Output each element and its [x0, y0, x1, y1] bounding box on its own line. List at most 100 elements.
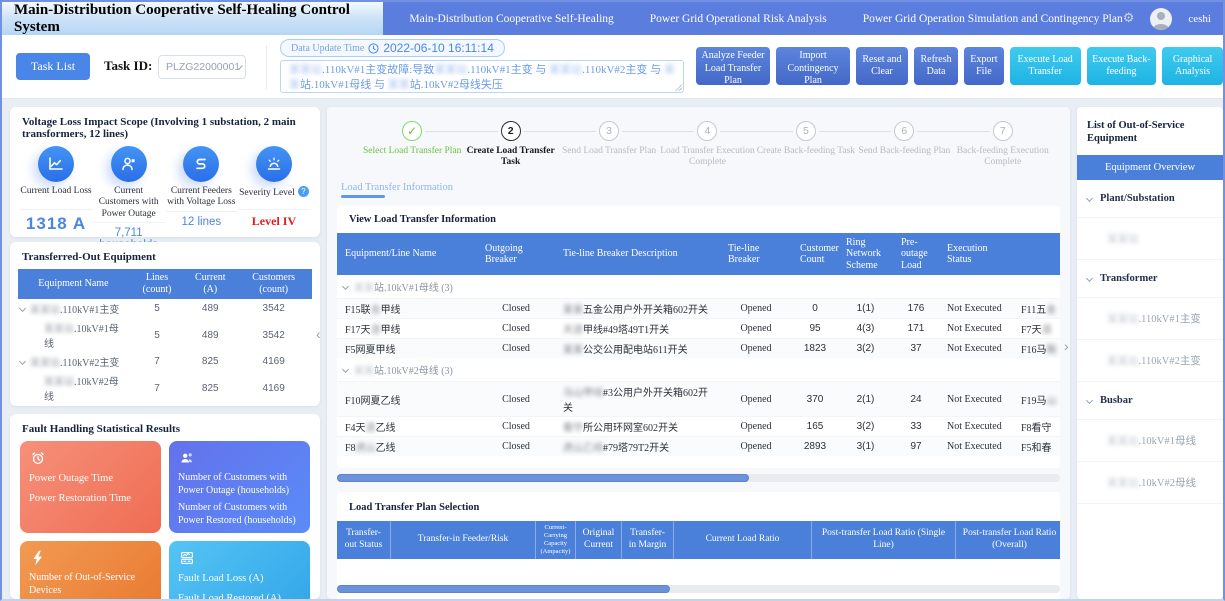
- tree-leaf[interactable]: 某某站: [1077, 218, 1223, 260]
- column-header: Execution Status: [939, 233, 1013, 276]
- process-stepper: ✓Select Load Transfer Plan2Create Load T…: [327, 107, 1070, 169]
- collapse-right-arrow[interactable]: ›: [1064, 338, 1069, 354]
- cell-outgoing-breaker: Closed: [477, 417, 555, 437]
- table-row[interactable]: F15联合甲线Closed某某五金公用户外开关箱602开关Opened01(1)…: [337, 299, 1060, 319]
- toolbar-button-graphical-analysis[interactable]: Graphical Analysis: [1162, 47, 1223, 85]
- toolbar-button-export-file[interactable]: Export File: [964, 47, 1003, 85]
- scrollbar-thumb[interactable]: [337, 585, 670, 593]
- fault-description-textarea[interactable]: 某某站.110kV#1主变故障:导致某某站.110kV#1主变 与 某某站.11…: [280, 60, 684, 93]
- cell-execution-status: Not Executed: [939, 382, 1013, 417]
- table-row[interactable]: 某某站.10kV#2母线78254169: [18, 371, 312, 405]
- view-load-transfer-title: View Load Transfer Information: [337, 214, 1060, 233]
- cell-customers-count: 4169: [235, 371, 312, 405]
- scrollbar-thumb[interactable]: [337, 474, 749, 482]
- toolbar-button-analyze-feeder-load-transfer-plan[interactable]: Analyze Feeder Load Transfer Plan: [696, 47, 770, 85]
- step-number: 7: [993, 121, 1013, 141]
- plan-column-header-post-transfer-load-ratio-single-line: Post-transfer Load Ratio (Single Line): [812, 521, 956, 559]
- table-row[interactable]: F8虎山乙线Closed虎山乙线#79塔79T2开关Opened28933(1)…: [337, 437, 1060, 457]
- column-header: Customers (count): [235, 269, 312, 299]
- column-header: Lines (count): [129, 269, 185, 299]
- metric-value: 1318 A: [20, 214, 92, 234]
- nav-simulation-contingency[interactable]: Power Grid Operation Simulation and Cont…: [863, 13, 1123, 25]
- table-group-row[interactable]: 某某站.10kV#2母线 (3): [337, 358, 1060, 382]
- table-row[interactable]: 某某站.110kV#2主变78254169: [18, 352, 312, 371]
- stat-card-sky: Fault Load Loss (A)Fault Load Restored (…: [169, 541, 310, 599]
- step-number: 6: [894, 121, 914, 141]
- collapse-left-arrow[interactable]: ‹: [316, 326, 321, 342]
- task-id-select[interactable]: PLZG22000001: [158, 55, 246, 79]
- toolbar-button-reset-and-clear[interactable]: Reset and Clear: [856, 47, 908, 85]
- column-header: Tie-line Breaker Description: [555, 233, 720, 276]
- task-list-button[interactable]: Task List: [16, 53, 90, 80]
- tree-node-plant-substation[interactable]: Plant/Substation: [1077, 180, 1223, 218]
- nav-main-distribution-self-healing[interactable]: Main-Distribution Cooperative Self-Heali…: [409, 13, 613, 25]
- step-label: Back-feeding Execution Complete: [954, 146, 1052, 169]
- toolbar-button-execute-load-transfer[interactable]: Execute Load Transfer: [1010, 47, 1081, 85]
- horizontal-scrollbar[interactable]: [337, 474, 1060, 482]
- censored-text: 看守: [563, 423, 583, 434]
- censored-text: 某某站: [1107, 234, 1139, 245]
- table-group-row[interactable]: 某某站.10kV#1母线 (3): [337, 275, 1060, 299]
- tree-leaf[interactable]: 某某站.110kV#2主变: [1077, 340, 1223, 382]
- step-create-back-feeding-task: 5Create Back-feeding Task: [757, 121, 855, 169]
- table-row[interactable]: F5网夏甲线Closed某某公交公用配电站611开关Opened18233(2)…: [337, 339, 1060, 359]
- help-icon[interactable]: ?: [298, 186, 309, 197]
- equipment-overview-banner[interactable]: Equipment Overview: [1077, 155, 1223, 180]
- table-row[interactable]: F10网夏乙线Closed马山甲线#3公用户外开关箱602开关Opened370…: [337, 382, 1060, 417]
- cell-equipment-name: 某某站.10kV#1母线: [18, 318, 129, 352]
- table-row[interactable]: F17天涯甲线Closed天涯甲线#49塔49T1开关Opened954(3)1…: [337, 319, 1060, 339]
- data-update-pill: Data Update Time 2022-06-10 16:11:14: [280, 39, 505, 57]
- stat-card-line: Number of Customers with Power Restored …: [178, 502, 301, 527]
- cell-tie-line-description: 看守所公用环网室602开关: [555, 417, 720, 437]
- column-header: Equipment Name: [18, 269, 129, 299]
- tree-leaf[interactable]: 某某站.10kV#2母线: [1077, 462, 1223, 504]
- user-avatar-icon[interactable]: [1150, 8, 1172, 30]
- tree-node-transformer[interactable]: Transformer: [1077, 260, 1223, 298]
- censored-text: 某某: [354, 283, 374, 294]
- cell-line-name: F10网夏乙线: [337, 382, 477, 417]
- censored-text: 某某站: [30, 358, 60, 369]
- censored-text: 某某站: [1107, 478, 1139, 489]
- stat-card-line: Power Restoration Time: [29, 492, 152, 505]
- censored-text: 马山甲线: [563, 388, 603, 399]
- stat-card-line: Power Outage Time: [29, 472, 152, 485]
- chevron-down-icon: [19, 305, 26, 312]
- cell-ring-network-scheme: 4(3): [838, 319, 893, 339]
- plan-column-header-post-transfer-load-ratio-overall: Post-transfer Load Ratio (Overall): [956, 521, 1060, 559]
- cell-execution-status: Not Executed: [939, 319, 1013, 339]
- toolbar-button-import-contingency-plan[interactable]: Import Contingency Plan: [776, 47, 850, 85]
- tree-node-busbar[interactable]: Busbar: [1077, 382, 1223, 420]
- cell-line-name: F5网夏甲线: [337, 339, 477, 359]
- step-send-load-transfer-plan: 3Send Load Transfer Plan: [560, 121, 658, 169]
- censored-text: 虎山: [356, 443, 376, 454]
- cell-equipment-name: 某某站.110kV#2主变: [18, 352, 129, 371]
- step-load-transfer-execution-complete: 4Load Transfer Execution Complete: [658, 121, 756, 169]
- cell-customer-count: 1823: [792, 339, 838, 359]
- task-toolbar: Task List Task ID: PLZG22000001 Data Upd…: [2, 35, 1223, 99]
- step-number: 2: [501, 121, 521, 141]
- censored-text: 金: [1046, 305, 1056, 316]
- fault-stat-cards: Power Outage Time Power Restoration Time N…: [10, 439, 320, 599]
- cell-outgoing-breaker: Closed: [477, 339, 555, 359]
- table-row[interactable]: 某某站.10kV#1母线54893542: [18, 318, 312, 352]
- table-row[interactable]: F4天涯乙线Closed看守所公用环网室602开关Opened1653(2)33…: [337, 417, 1060, 437]
- view-load-transfer-box: View Load Transfer Information Equipment…: [337, 206, 1060, 468]
- toolbar-button-refresh-data[interactable]: Refresh Data: [914, 47, 958, 85]
- censored-text: 某某站: [549, 64, 582, 76]
- horizontal-scrollbar[interactable]: [337, 585, 1060, 593]
- cell-equipment-name: 某某站.110kV#1主变: [18, 299, 129, 318]
- load-board-icon: [178, 549, 301, 567]
- censored-text: 某某站: [44, 377, 74, 388]
- app-root: Main-Distribution Cooperative Self-Heali…: [0, 0, 1225, 601]
- tree-leaf[interactable]: 某某站.10kV#1母线: [1077, 420, 1223, 462]
- tab-load-transfer-information[interactable]: Load Transfer Information: [341, 182, 453, 198]
- settings-gear-icon[interactable]: ⚙: [1123, 11, 1135, 26]
- tree-leaf[interactable]: 某某站.110kV#1主变: [1077, 298, 1223, 340]
- table-row[interactable]: 某某站.110kV#1主变54893542: [18, 299, 312, 318]
- chevron-down-icon: [1086, 195, 1093, 202]
- nav-risk-analysis[interactable]: Power Grid Operational Risk Analysis: [650, 13, 827, 25]
- customers-outage-icon: [111, 146, 147, 182]
- plan-column-header-transfer-in-margin: Transfer-in Margin: [622, 521, 674, 559]
- toolbar-button-execute-back-feeding[interactable]: Execute Back-feeding: [1087, 47, 1156, 85]
- impact-metric-current-feeders-with-voltage-loss: Current Feeders with Voltage Loss12 line…: [165, 144, 237, 251]
